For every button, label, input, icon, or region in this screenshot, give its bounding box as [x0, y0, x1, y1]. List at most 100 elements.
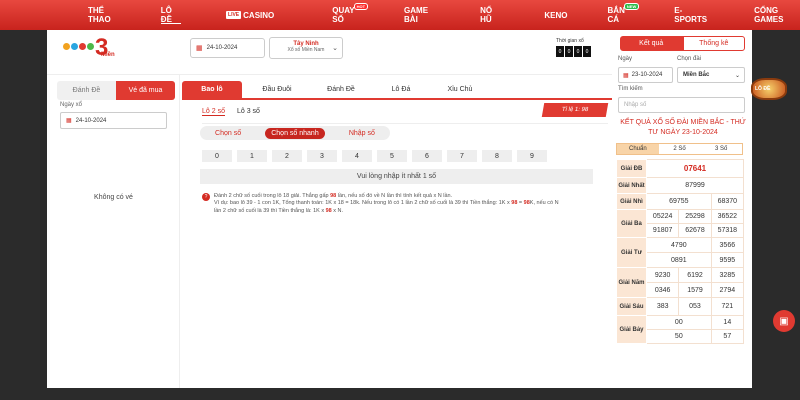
table-row: Giải Tư 4790 3566: [616, 237, 745, 268]
tab-ket-qua[interactable]: Kết quả: [620, 36, 683, 51]
results-panel: Kết quả Thống kê Ngày Chọn đài ▦ 23-10-2…: [614, 30, 752, 388]
prize-value: 053: [678, 297, 712, 316]
draw-date-picker[interactable]: ▦ 24-10-2024: [190, 38, 265, 58]
empty-tickets-message: Không có vé: [94, 194, 133, 201]
nav-the-thao[interactable]: THỂ THAO: [88, 0, 122, 30]
chat-button[interactable]: ▣: [773, 310, 795, 332]
promo-text: LÔ ĐỀ: [755, 86, 771, 92]
prize-value: 9595: [710, 252, 745, 268]
tab-lo-da[interactable]: Lô Đá: [370, 81, 432, 98]
tab-xiu-chu[interactable]: Xỉu Chủ: [432, 81, 488, 98]
question-icon: ?: [202, 193, 210, 201]
nav-ban-ca[interactable]: BẮN CÁ NEW: [608, 0, 640, 30]
prize-value: 68370: [710, 193, 745, 210]
nav-quay-so[interactable]: QUAY SỐ HOT: [332, 0, 369, 30]
rules-help: ? Đánh 2 chữ số cuối trong lô 18 giải. T…: [202, 193, 597, 215]
prize-value: 62678: [678, 223, 712, 238]
digit-button[interactable]: 3: [307, 150, 337, 162]
prize-value: 9230: [645, 267, 680, 283]
tab-ve-da-mua[interactable]: Vé đã mua: [116, 81, 175, 100]
prize-label: Giải Nhất: [616, 177, 647, 194]
prize-value: 69755: [646, 193, 712, 210]
ticket-date-picker[interactable]: ▦ 24-10-2024: [60, 112, 167, 129]
mode-chon-so-nhanh[interactable]: Chọn số nhanh: [265, 127, 325, 139]
divider: [202, 123, 608, 124]
subtab-lo-3-so[interactable]: Lô 3 số: [237, 108, 260, 116]
logo-balls: [63, 43, 94, 50]
table-row: Giải ĐB 07641: [616, 159, 744, 178]
prize-value: 6192: [678, 267, 712, 283]
mode-3-so[interactable]: 3 Số: [700, 144, 743, 154]
prize-value: 91807: [645, 223, 680, 238]
calendar-icon: ▦: [623, 72, 629, 79]
timer-digit: 0: [574, 46, 582, 57]
mode-2-so[interactable]: 2 Số: [658, 144, 701, 154]
floating-promo-logo[interactable]: LÔ ĐỀ: [748, 74, 790, 104]
prize-label: Giải Tư: [616, 237, 647, 268]
prize-label: Giải Sáu: [616, 297, 647, 316]
nav-keno[interactable]: KENO: [544, 0, 567, 30]
chevron-down-icon: ⌄: [332, 45, 338, 52]
tab-thong-ke[interactable]: Thống kê: [682, 36, 745, 51]
nav-lo-de[interactable]: LÔ ĐỀ: [160, 0, 182, 30]
mode-nhap-so[interactable]: Nhập số: [343, 128, 381, 139]
prize-value: 2794: [710, 282, 745, 298]
digit-button[interactable]: 8: [482, 150, 512, 162]
digit-button[interactable]: 9: [517, 150, 547, 162]
digit-button[interactable]: 0: [202, 150, 232, 162]
prize-label: Giải Bảy: [616, 315, 647, 344]
nav-e-sports[interactable]: E-SPORTS: [674, 0, 708, 30]
tab-dau-duoi[interactable]: Đầu Đuôi: [242, 81, 312, 98]
digit-button[interactable]: 6: [412, 150, 442, 162]
region-label: Chọn đài: [677, 56, 702, 62]
digit-buttons: 0 1 2 3 4 5 6 7 8 9: [202, 150, 547, 162]
number-search-input[interactable]: Nhập số: [618, 97, 745, 113]
digit-mode-select: Chuẩn 2 Số 3 Số: [616, 143, 743, 155]
input-mode-group: Chọn số Chọn số nhanh Nhập số: [200, 126, 390, 140]
province-select[interactable]: Tây Ninh Xổ số Miền Nam ⌄: [269, 37, 343, 59]
digit-button[interactable]: 1: [237, 150, 267, 162]
top-nav: THỂ THAO LÔ ĐỀ LIVE CASINO QUAY SỐ HOT GAM…: [0, 0, 800, 30]
logo-text: Miền: [101, 52, 115, 58]
digit-button[interactable]: 2: [272, 150, 302, 162]
date-label: Ngày: [618, 56, 633, 62]
mode-chuan[interactable]: Chuẩn: [617, 144, 659, 154]
digit-button[interactable]: 5: [377, 150, 407, 162]
table-row: Giải Ba 05224 25298 36522: [616, 209, 745, 238]
tab-danh-de[interactable]: Đánh Đề: [57, 81, 116, 100]
prize-value: 25298: [678, 209, 712, 224]
nav-game-bai[interactable]: GAME BÀI: [404, 0, 437, 30]
timer-label: Thời gian xổ: [556, 38, 584, 44]
draw-timer: Thời gian xổ 0 0 0 0: [556, 38, 591, 57]
tab-bao-lo[interactable]: Bao lô: [182, 81, 242, 98]
draw-date-label: Ngày xổ: [60, 102, 83, 108]
left-panel: Đánh Đề Vé đã mua Ngày xổ ▦ 24-10-2024 K…: [47, 75, 180, 388]
prize-value: 721: [710, 297, 745, 316]
prize-value: 3285: [710, 267, 745, 283]
logo[interactable]: 3 Miền: [63, 34, 117, 61]
bet-panel: Bao lô Đầu Đuôi Đánh Đề Lô Đá Xỉu Chủ Lô…: [182, 75, 612, 388]
region-select[interactable]: Miền Bắc ⌄: [677, 67, 745, 83]
table-row: Giải Sáu 383 053 721: [616, 297, 745, 316]
prize-value: 383: [645, 297, 680, 316]
digit-button[interactable]: 7: [447, 150, 477, 162]
table-row: Giải Bảy 00 14: [616, 315, 745, 344]
live-badge: LIVE: [226, 11, 242, 19]
subtab-lo-2-so[interactable]: Lô 2 số: [202, 108, 225, 116]
nav-casino[interactable]: LIVE CASINO: [226, 0, 274, 30]
prize-value: 57318: [710, 223, 745, 238]
main-page: 3 Miền ▦ 24-10-2024 Tây Ninh Xổ số Miền …: [47, 30, 752, 388]
table-row: Giải Nhất 87999: [616, 177, 744, 194]
mode-chon-so[interactable]: Chọn số: [209, 128, 247, 139]
nav-no-hu[interactable]: NỔ HŨ: [480, 0, 501, 30]
validation-message: Vui lòng nhập ít nhất 1 số: [200, 169, 593, 184]
digit-button[interactable]: 4: [342, 150, 372, 162]
tab-danh-de[interactable]: Đánh Đề: [312, 81, 370, 98]
table-row: Giải Năm 9230 6192 3285: [616, 267, 745, 298]
nav-cong-games[interactable]: CỔNG GAMES: [754, 0, 800, 30]
timer-digit: 0: [583, 46, 591, 57]
chevron-down-icon: ⌄: [734, 72, 740, 79]
prize-value: 14: [710, 315, 745, 330]
result-date-picker[interactable]: ▦ 23-10-2024: [618, 67, 673, 83]
prize-label: Giải Năm: [616, 267, 647, 298]
